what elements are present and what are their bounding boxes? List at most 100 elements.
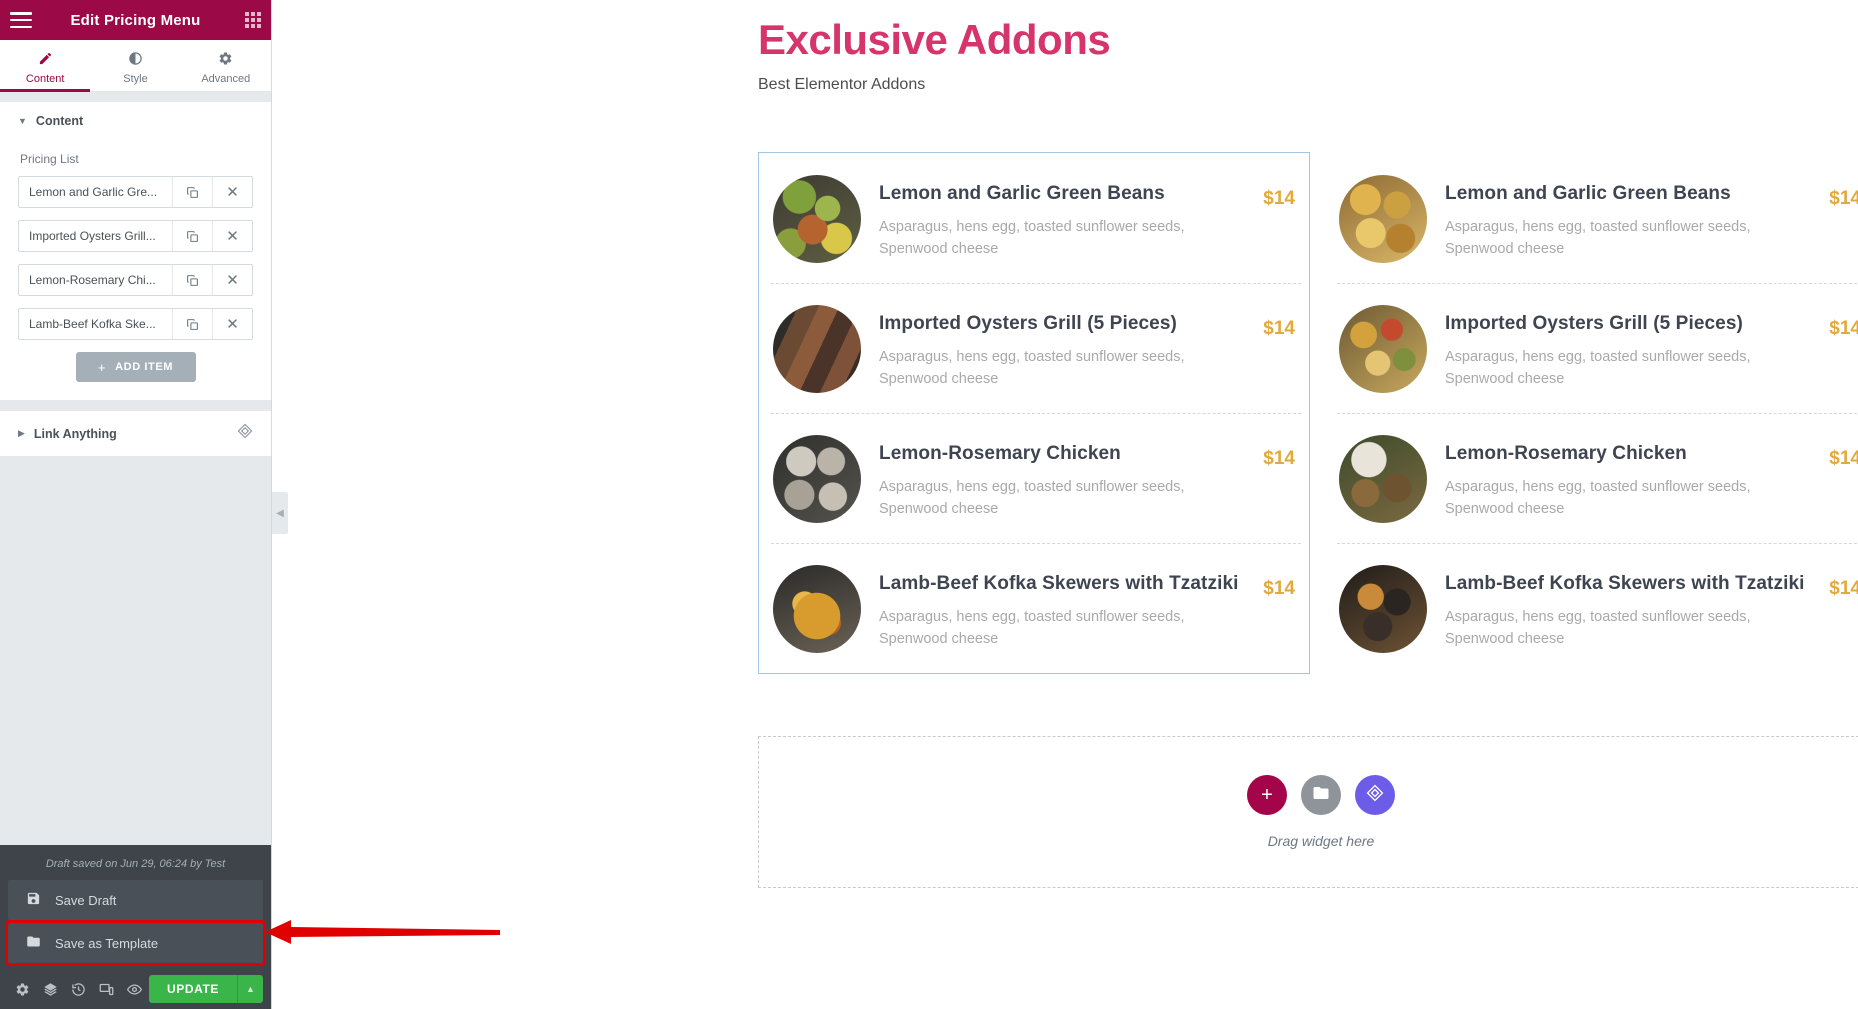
item-thumbnail <box>1339 565 1427 654</box>
item-body: Imported Oysters Grill (5 Pieces) Aspara… <box>879 305 1245 391</box>
save-as-template-label: Save as Template <box>55 935 159 951</box>
drop-zone-label: Drag widget here <box>1267 833 1375 850</box>
sidebar-spacer-2 <box>0 401 271 411</box>
folder-icon <box>26 934 41 952</box>
list-item[interactable]: Lamb-Beef Kofka Ske... ✕ <box>18 308 253 340</box>
pricing-item[interactable]: Imported Oysters Grill (5 Pieces) Aspara… <box>1325 283 1858 413</box>
tab-advanced[interactable]: Advanced <box>181 40 271 91</box>
footer-toolbar: UPDATE ▲ <box>0 969 271 1009</box>
draft-saved-note: Draft saved on Jun 29, 06:24 by Test <box>45 858 226 870</box>
gear-icon[interactable] <box>8 969 36 1009</box>
item-description: Asparagus, hens egg, toasted sunflower s… <box>1445 609 1751 648</box>
pricing-item[interactable]: Lemon-Rosemary Chicken Asparagus, hens e… <box>1325 413 1858 543</box>
page-title: Edit Pricing Menu <box>70 11 201 29</box>
pricing-column-right[interactable]: Lemon and Garlic Green Beans Asparagus, … <box>1324 152 1858 674</box>
floppy-disk-icon <box>26 891 41 909</box>
item-body: Lemon-Rosemary Chicken Asparagus, hens e… <box>1445 435 1811 521</box>
item-title: Imported Oysters Grill (5 Pieces) <box>879 313 1177 335</box>
chevron-down-icon: ▼ <box>18 115 27 126</box>
pricing-item[interactable]: Lemon and Garlic Green Beans Asparagus, … <box>759 153 1309 283</box>
sidebar-filler <box>0 457 271 845</box>
item-title: Lemon and Garlic Green Beans <box>879 183 1165 205</box>
sidebar-footer: Draft saved on Jun 29, 06:24 by Test Sav… <box>0 845 271 1009</box>
item-price: $14 <box>1263 578 1295 600</box>
pricing-item[interactable]: Lemon and Garlic Green Beans Asparagus, … <box>1325 153 1858 283</box>
item-body: Lemon and Garlic Green Beans Asparagus, … <box>879 175 1245 261</box>
update-button-group: UPDATE ▲ <box>148 975 263 1003</box>
list-item[interactable]: Lemon-Rosemary Chi... ✕ <box>18 264 253 296</box>
list-item-title: Lemon-Rosemary Chi... <box>29 273 156 287</box>
item-thumbnail <box>773 305 861 394</box>
layers-icon[interactable] <box>36 969 64 1009</box>
item-description: Asparagus, hens egg, toasted sunflower s… <box>879 609 1185 648</box>
drop-widget-zone[interactable]: + Drag widget here <box>758 736 1858 889</box>
content-section-body: Pricing List Lemon and Garlic Gre... ✕ I… <box>0 140 271 400</box>
item-description: Asparagus, hens egg, toasted sunflower s… <box>879 219 1185 258</box>
item-price: $14 <box>1263 448 1295 470</box>
close-icon[interactable]: ✕ <box>212 177 252 207</box>
copy-icon[interactable] <box>172 265 212 295</box>
item-thumbnail <box>773 175 861 264</box>
add-item-label: ADD ITEM <box>115 361 174 373</box>
list-item-title: Imported Oysters Grill... <box>29 229 156 243</box>
link-anything-title: Link Anything <box>33 426 117 441</box>
exclusive-addons-button[interactable] <box>1355 775 1395 816</box>
item-price: $14 <box>1263 318 1295 340</box>
template-library-button[interactable] <box>1301 775 1341 816</box>
item-thumbnail <box>773 435 861 524</box>
close-icon[interactable]: ✕ <box>212 265 252 295</box>
copy-icon[interactable] <box>172 177 212 207</box>
add-section-button[interactable]: + <box>1247 775 1287 816</box>
link-anything-header[interactable]: ▶ Link Anything <box>0 411 271 456</box>
item-description: Asparagus, hens egg, toasted sunflower s… <box>879 479 1185 518</box>
preview-canvas: Exclusive Addons Best Elementor Addons L… <box>272 0 1858 1009</box>
content-section-title: Content <box>35 114 84 128</box>
pricing-item[interactable]: Lamb-Beef Kofka Skewers with Tzatziki As… <box>1325 543 1858 673</box>
link-anything-section: ▶ Link Anything <box>0 411 271 457</box>
close-icon[interactable]: ✕ <box>212 221 252 251</box>
save-draft-button[interactable]: Save Draft <box>8 880 263 920</box>
exclusive-addons-icon <box>237 423 253 444</box>
list-item[interactable]: Imported Oysters Grill... ✕ <box>18 220 253 252</box>
list-item[interactable]: Lemon and Garlic Gre... ✕ <box>18 176 253 208</box>
update-button[interactable]: UPDATE <box>148 975 237 1003</box>
item-title: Lemon-Rosemary Chicken <box>1445 443 1687 465</box>
item-description: Asparagus, hens egg, toasted sunflower s… <box>1445 349 1751 388</box>
heading-title: Exclusive Addons <box>758 16 1111 63</box>
pricing-list-label: Pricing List <box>20 152 79 166</box>
plus-icon: + <box>97 359 107 375</box>
responsive-icon[interactable] <box>93 969 121 1009</box>
pricing-item[interactable]: Imported Oysters Grill (5 Pieces) Aspara… <box>759 283 1309 413</box>
tab-advanced-label: Advanced <box>201 72 251 85</box>
tab-style[interactable]: Style <box>90 40 180 91</box>
eye-icon[interactable] <box>121 969 149 1009</box>
item-thumbnail <box>1339 305 1427 394</box>
save-as-template-button[interactable]: Save as Template <box>5 920 266 966</box>
item-description: Asparagus, hens egg, toasted sunflower s… <box>1445 219 1751 258</box>
pricing-item[interactable]: Lemon-Rosemary Chicken Asparagus, hens e… <box>759 413 1309 543</box>
history-icon[interactable] <box>64 969 92 1009</box>
sidebar-tabs: Content Style Advanced <box>0 40 271 92</box>
pricing-column-left[interactable]: Lemon and Garlic Green Beans Asparagus, … <box>758 152 1310 675</box>
item-price: $14 <box>1263 188 1295 210</box>
exclusive-addons-icon <box>1366 784 1384 807</box>
copy-icon[interactable] <box>172 221 212 251</box>
panel-collapse-handle[interactable]: ◀ <box>272 492 288 534</box>
elementor-editor: Edit Pricing Menu Content Style Advanced… <box>0 0 1858 1009</box>
tab-content[interactable]: Content <box>0 40 91 92</box>
item-body: Lamb-Beef Kofka Skewers with Tzatziki As… <box>1445 565 1811 651</box>
hamburger-icon[interactable] <box>10 12 32 28</box>
close-icon[interactable]: ✕ <box>212 309 252 339</box>
save-draft-label: Save Draft <box>55 892 117 908</box>
add-item-button[interactable]: + ADD ITEM <box>75 352 196 382</box>
update-options-caret[interactable]: ▲ <box>237 975 263 1003</box>
item-price: $14 <box>1829 188 1858 210</box>
item-body: Lamb-Beef Kofka Skewers with Tzatziki As… <box>879 565 1245 651</box>
copy-icon[interactable] <box>172 309 212 339</box>
item-price: $14 <box>1829 448 1858 470</box>
pricing-item[interactable]: Lamb-Beef Kofka Skewers with Tzatziki As… <box>759 543 1309 673</box>
sidebar-spacer <box>0 92 271 102</box>
item-price: $14 <box>1829 578 1858 600</box>
content-section-header[interactable]: ▼ Content <box>0 102 271 140</box>
grid-icon[interactable] <box>245 12 261 28</box>
